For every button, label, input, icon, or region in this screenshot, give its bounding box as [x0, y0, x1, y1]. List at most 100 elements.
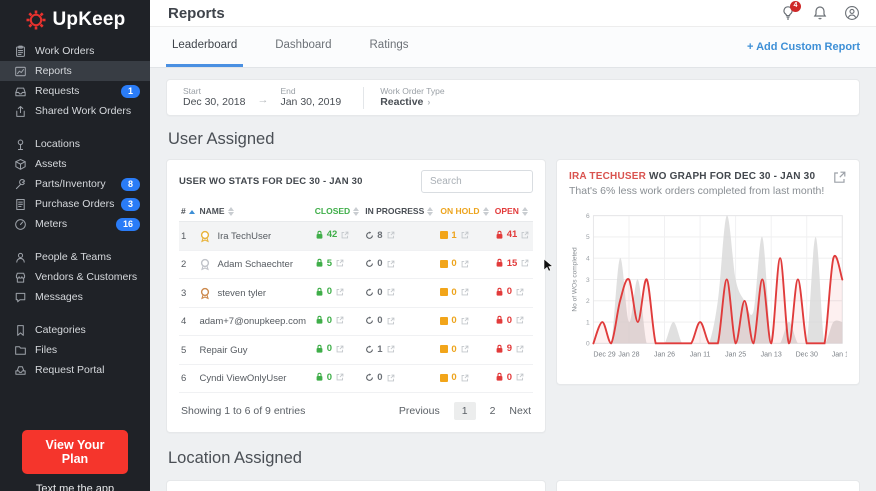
column-header-in-progress[interactable]: IN PROGRESS: [363, 201, 438, 222]
external-link-icon[interactable]: [516, 345, 524, 353]
external-link-icon[interactable]: [516, 288, 524, 296]
add-custom-report-link[interactable]: + Add Custom Report: [747, 41, 860, 67]
on-hold-cell: 1: [438, 222, 492, 251]
view-your-plan-button[interactable]: View Your Plan: [22, 430, 128, 474]
in-progress-icon: [365, 373, 374, 382]
tab-leaderboard[interactable]: Leaderboard: [166, 39, 243, 67]
svg-text:Jan 28: Jan 28: [618, 352, 639, 359]
pagination-next[interactable]: Next: [509, 405, 531, 417]
expand-graph-icon[interactable]: [832, 170, 847, 190]
sidebar-item-purchase-orders[interactable]: Purchase Orders3: [0, 194, 150, 214]
search-input[interactable]: [421, 170, 533, 193]
sidebar-item-locations[interactable]: Locations: [0, 134, 150, 154]
sidebar-item-parts-inventory[interactable]: Parts/Inventory8: [0, 174, 150, 194]
sidebar-item-label: Categories: [35, 324, 86, 336]
svg-text:Jan 25: Jan 25: [725, 352, 746, 359]
sort-icon[interactable]: [522, 207, 528, 216]
pagination-page-1[interactable]: 1: [454, 402, 476, 420]
table-row[interactable]: 2Adam Schaechter50015: [179, 250, 533, 279]
in-progress-cell: 8: [363, 222, 438, 251]
open-cell: 0: [493, 364, 533, 393]
user-avatar-icon[interactable]: [844, 5, 860, 21]
external-link-icon[interactable]: [461, 288, 469, 296]
external-link-icon[interactable]: [461, 374, 469, 382]
sort-icon[interactable]: [427, 207, 433, 216]
sidebar-item-meters[interactable]: Meters16: [0, 214, 150, 234]
start-value: Dec 30, 2018: [183, 96, 245, 108]
external-link-icon[interactable]: [336, 345, 344, 353]
external-link-icon[interactable]: [461, 231, 469, 239]
sidebar-item-files[interactable]: Files: [0, 340, 150, 360]
external-link-icon[interactable]: [387, 288, 395, 296]
start-date-field[interactable]: Start Dec 30, 2018: [183, 87, 245, 109]
tab-dashboard[interactable]: Dashboard: [269, 39, 337, 67]
external-link-icon[interactable]: [516, 316, 524, 324]
on-hold-icon: [440, 345, 448, 353]
sidebar-item-request-portal[interactable]: Request Portal: [0, 360, 150, 380]
sidebar-item-work-orders[interactable]: Work Orders: [0, 41, 150, 61]
column-header-on-hold[interactable]: ON HOLD: [438, 201, 492, 222]
table-row[interactable]: 1Ira TechUser428141: [179, 222, 533, 251]
in-progress-cell: 0: [363, 250, 438, 279]
external-link-icon[interactable]: [461, 317, 469, 325]
sidebar-item-reports[interactable]: Reports: [0, 61, 150, 81]
svg-text:4: 4: [586, 256, 590, 263]
sidebar-item-vendors-customers[interactable]: Vendors & Customers: [0, 267, 150, 287]
nav-group: Categories FilesRequest Portal: [0, 320, 150, 380]
pagination-previous[interactable]: Previous: [399, 405, 440, 417]
external-link-icon[interactable]: [521, 231, 529, 239]
notifications-bell-icon[interactable]: [812, 5, 828, 21]
external-link-icon[interactable]: [461, 260, 469, 268]
pagination-page-2[interactable]: 2: [490, 405, 496, 417]
clipboard-icon: [13, 44, 27, 58]
column-header-closed[interactable]: CLOSED: [313, 201, 363, 222]
external-link-icon[interactable]: [387, 260, 395, 268]
medal-icon: [199, 258, 211, 271]
table-row[interactable]: 5Repair Guy0109: [179, 336, 533, 365]
external-link-icon[interactable]: [387, 345, 395, 353]
end-date-field[interactable]: End Jan 30, 2019: [280, 87, 341, 109]
sidebar-item-requests[interactable]: Requests1: [0, 81, 150, 101]
sidebar-item-messages[interactable]: Messages: [0, 287, 150, 307]
user-wo-stats-table: #NAMECLOSEDIN PROGRESSON HOLDOPEN 1Ira T…: [179, 201, 533, 393]
sidebar-item-assets[interactable]: Assets: [0, 154, 150, 174]
table-row[interactable]: 6Cyndi ViewOnlyUser0000: [179, 364, 533, 393]
external-link-icon[interactable]: [336, 288, 344, 296]
external-link-icon[interactable]: [521, 259, 529, 267]
external-link-icon[interactable]: [461, 345, 469, 353]
pagination: Previous 1 2 Next: [399, 402, 531, 420]
external-link-icon[interactable]: [516, 373, 524, 381]
in-progress-icon: [365, 259, 374, 268]
sort-icon[interactable]: [189, 210, 195, 214]
sidebar-item-people-teams[interactable]: People & Teams: [0, 247, 150, 267]
lightbulb-tips-icon[interactable]: 4: [780, 5, 796, 21]
table-row[interactable]: 4adam+7@onupkeep.com0000: [179, 307, 533, 336]
sidebar-item-categories[interactable]: Categories: [0, 320, 150, 340]
external-link-icon[interactable]: [336, 316, 344, 324]
sort-icon[interactable]: [228, 207, 234, 216]
tab-ratings[interactable]: Ratings: [364, 39, 415, 67]
column-header-name[interactable]: NAME: [197, 201, 312, 222]
closed-cell: 0: [313, 307, 363, 336]
table-row[interactable]: 3steven tyler0000: [179, 279, 533, 308]
external-link-icon[interactable]: [336, 373, 344, 381]
closed-cell: 0: [313, 364, 363, 393]
chevron-right-icon: ›: [427, 97, 430, 107]
svg-text:No of WOs completed: No of WOs completed: [572, 247, 579, 312]
column-header-open[interactable]: OPEN: [493, 201, 533, 222]
count-badge: 1: [121, 85, 140, 98]
work-order-type-field[interactable]: Work Order Type Reactive›: [380, 87, 444, 109]
external-link-icon[interactable]: [336, 259, 344, 267]
upkeep-logo[interactable]: UpKeep: [0, 0, 150, 41]
text-me-the-app-link[interactable]: Text me the app: [0, 483, 150, 491]
external-link-icon[interactable]: [387, 317, 395, 325]
sort-icon[interactable]: [353, 207, 359, 216]
svg-text:Jan 16: Jan 16: [832, 352, 847, 359]
external-link-icon[interactable]: [341, 231, 349, 239]
sidebar-item-shared-work-orders[interactable]: Shared Work Orders: [0, 101, 150, 121]
sort-icon[interactable]: [483, 207, 489, 216]
column-header--[interactable]: #: [179, 201, 197, 222]
sidebar-item-label: Vendors & Customers: [35, 271, 137, 283]
external-link-icon[interactable]: [387, 374, 395, 382]
external-link-icon[interactable]: [387, 231, 395, 239]
